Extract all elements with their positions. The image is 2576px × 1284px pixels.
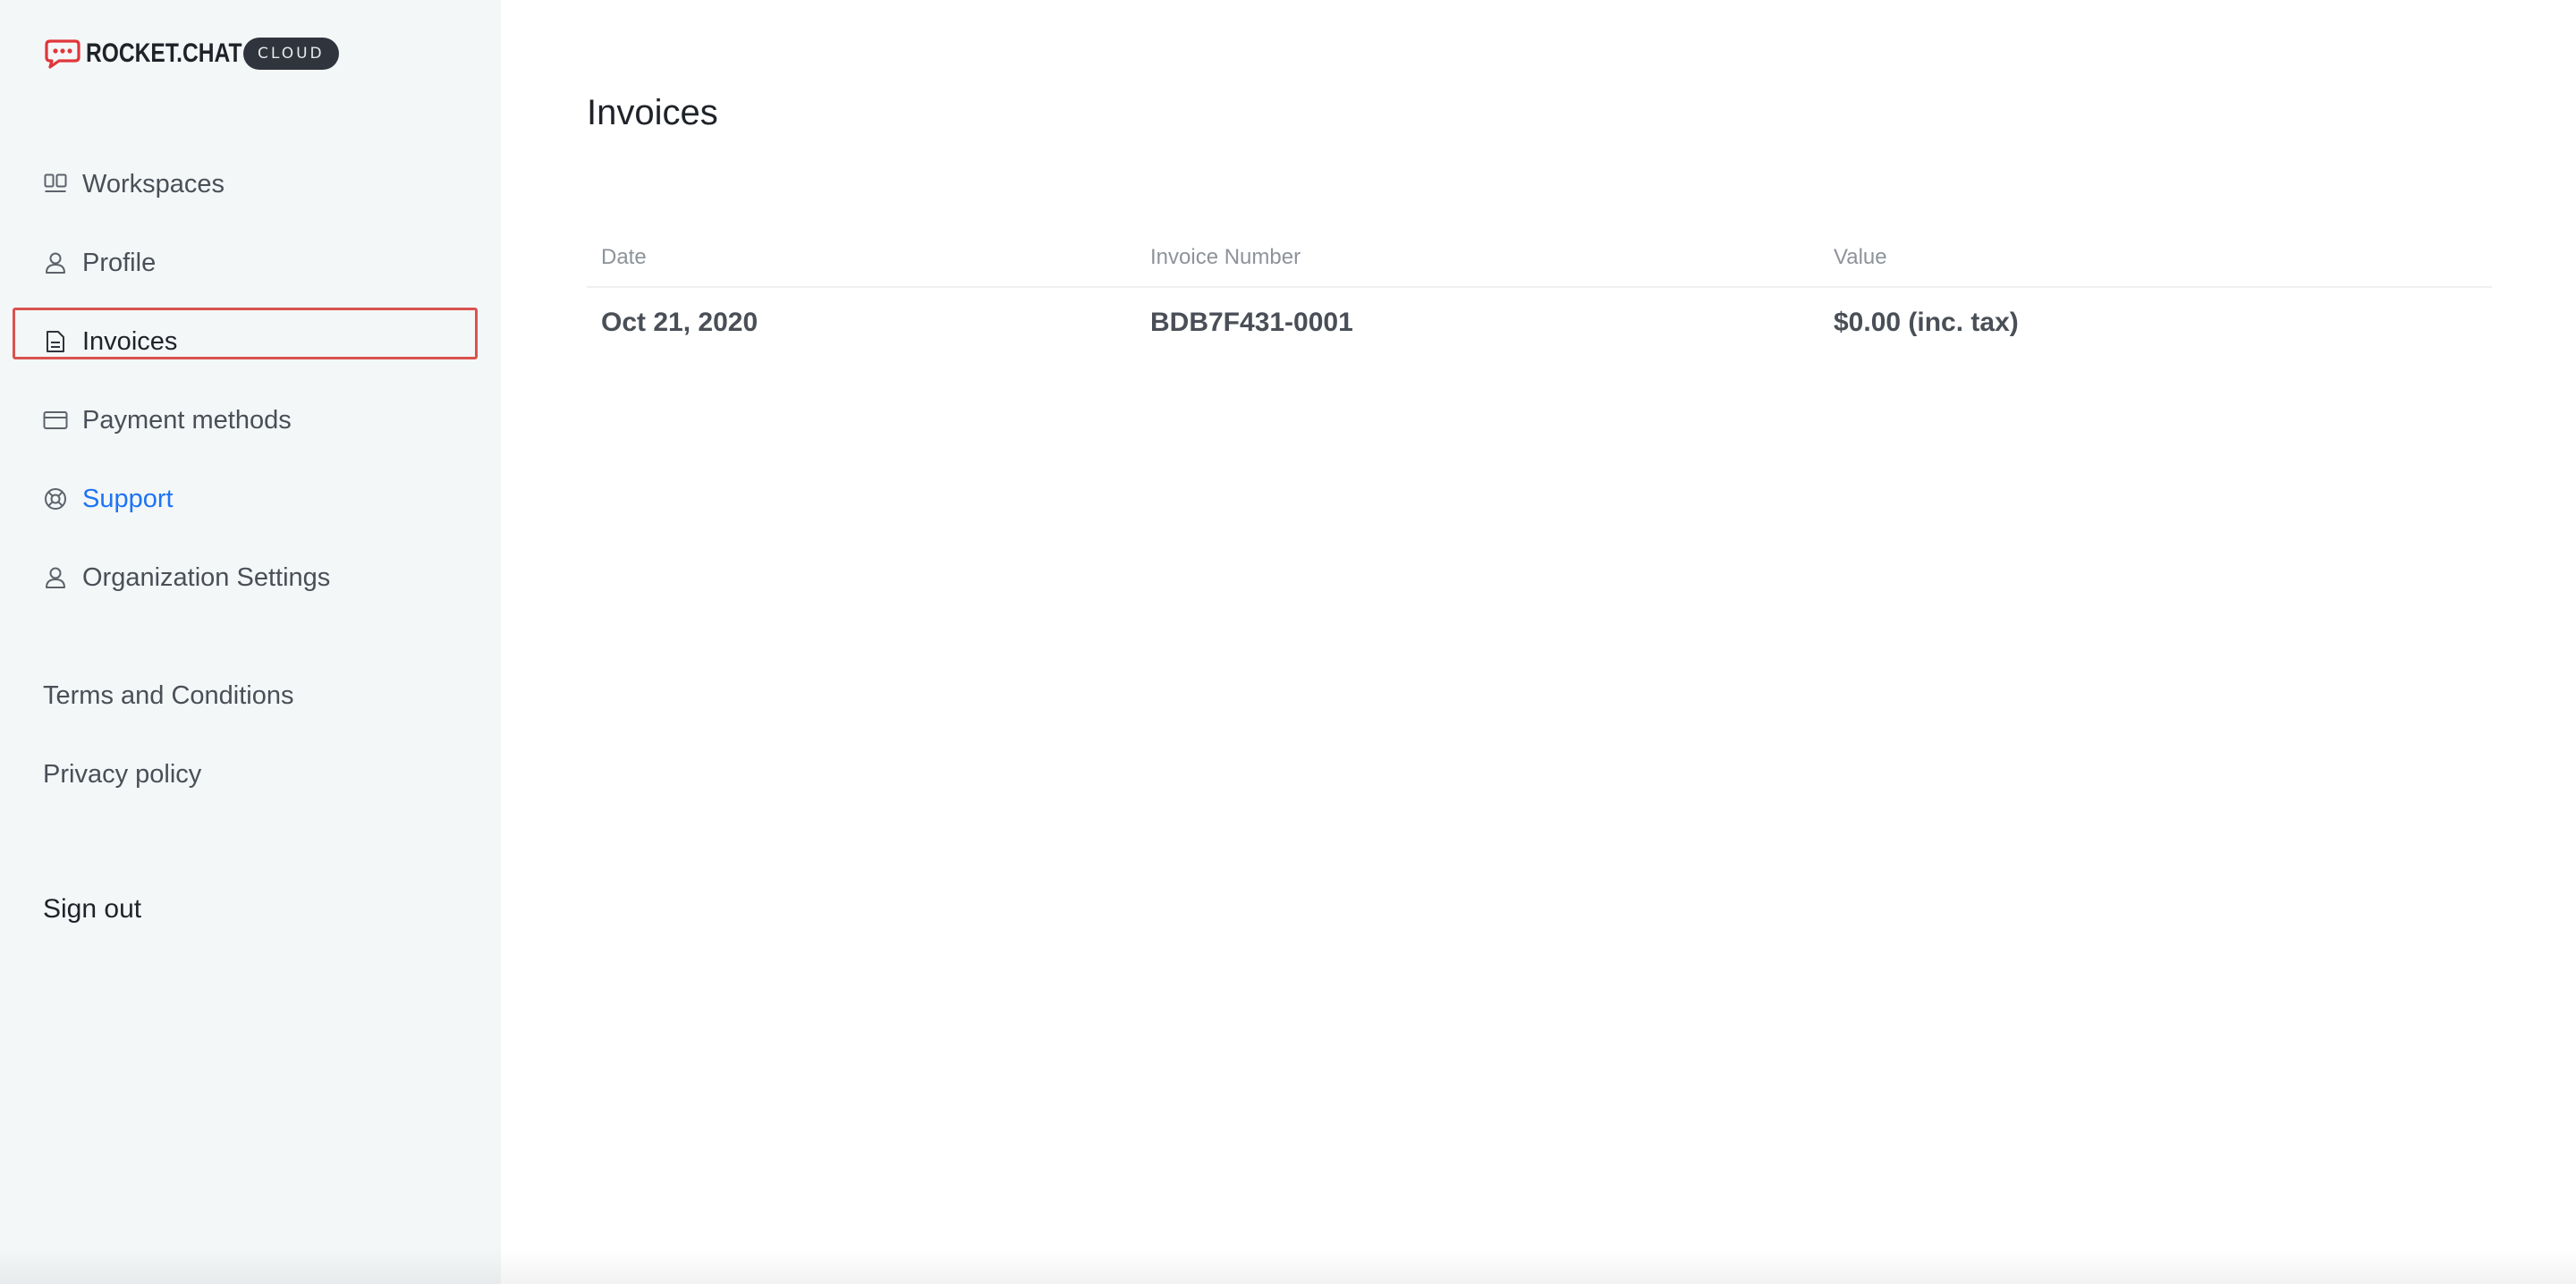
- invoice-date: Oct 21, 2020: [601, 308, 758, 337]
- credit-card-icon: [43, 408, 68, 433]
- sidebar-item-profile[interactable]: Profile: [43, 243, 156, 283]
- user-icon: [43, 565, 68, 590]
- cloud-badge: CLOUD: [243, 38, 339, 70]
- active-item-highlight: [13, 308, 478, 359]
- brand-logo[interactable]: ROCKET.CHAT CLOUD: [43, 34, 339, 73]
- sign-out-button[interactable]: Sign out: [43, 894, 141, 925]
- sidebar-item-organization-settings[interactable]: Organization Settings: [43, 558, 330, 597]
- column-header-value: Value: [1834, 245, 1887, 269]
- column-header-invoice-number: Invoice Number: [1150, 245, 1301, 269]
- page-title: Invoices: [587, 93, 718, 132]
- privacy-policy-link[interactable]: Privacy policy: [43, 760, 201, 790]
- invoices-table: Date Invoice Number Value Oct 21, 2020 B…: [587, 240, 2492, 356]
- sidebar-item-label: Organization Settings: [82, 562, 331, 592]
- sidebar-item-workspaces[interactable]: Workspaces: [43, 165, 225, 204]
- bottom-shade: [0, 1248, 2576, 1284]
- sidebar-item-label: Workspaces: [82, 169, 225, 199]
- brand-name: ROCKET.CHAT: [86, 38, 242, 68]
- sidebar-item-label: Payment methods: [82, 405, 292, 435]
- user-icon: [43, 250, 68, 275]
- column-header-date: Date: [601, 245, 647, 269]
- terms-and-conditions-link[interactable]: Terms and Conditions: [43, 681, 293, 711]
- main-content: Invoices Date Invoice Number Value Oct 2…: [501, 0, 2576, 1284]
- sidebar-item-label: Profile: [82, 248, 157, 277]
- rocket-chat-logo-icon: [45, 39, 80, 69]
- sidebar-item-label: Support: [82, 484, 174, 513]
- sidebar-item-payment-methods[interactable]: Payment methods: [43, 401, 292, 440]
- lifebuoy-icon: [43, 486, 68, 511]
- table-row[interactable]: Oct 21, 2020 BDB7F431-0001 $0.00 (inc. t…: [587, 288, 2492, 356]
- invoice-number: BDB7F431-0001: [1150, 308, 1353, 337]
- table-header: Date Invoice Number Value: [587, 240, 2492, 288]
- sidebar: ROCKET.CHAT CLOUD Workspaces Profile Inv…: [0, 0, 501, 1284]
- sidebar-item-support[interactable]: Support: [43, 479, 174, 519]
- workspaces-icon: [43, 172, 68, 197]
- invoice-value: $0.00 (inc. tax): [1834, 308, 2019, 337]
